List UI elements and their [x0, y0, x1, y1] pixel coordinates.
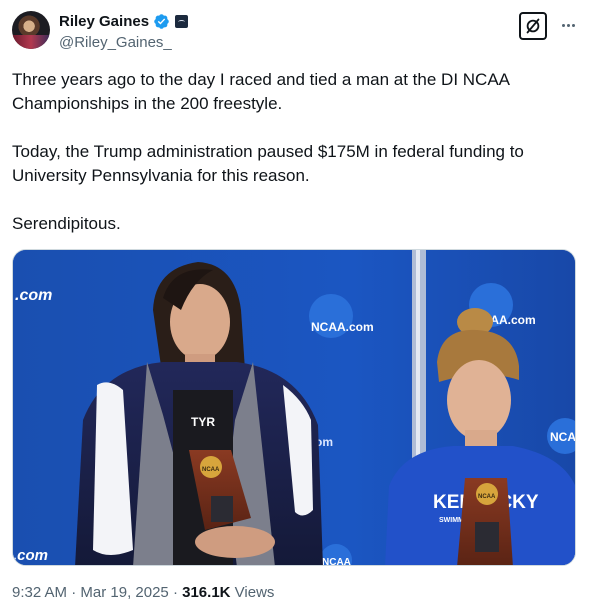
tweet-paragraph-1: Three years ago to the day I raced and t…	[12, 70, 510, 113]
grok-icon	[526, 18, 540, 34]
tweet-meta: 9:32 AM · Mar 19, 2025 · 316.1K Views	[12, 584, 274, 601]
grok-button[interactable]	[519, 12, 547, 40]
more-dots-icon	[561, 23, 565, 27]
author-display-name[interactable]: Riley Gaines	[59, 13, 149, 30]
ncaa-logo-center-text: NCAA.com	[311, 320, 374, 334]
tweet-paragraph-2: Today, the Trump administration paused $…	[12, 142, 524, 185]
left-trophy-badge-text: NCAA	[202, 467, 220, 473]
views-label: Views	[230, 584, 275, 601]
tweet-date[interactable]: Mar 19, 2025	[80, 584, 168, 601]
views-count[interactable]: 316.1K	[182, 584, 230, 601]
ncaa-edge-text: NCA	[550, 430, 576, 444]
author-name-row: Riley Gaines	[59, 13, 189, 30]
right-trophy-badge-text: NCAA	[478, 494, 496, 500]
tweet-card: Riley Gaines @Riley_Gaines_ Three years …	[0, 0, 589, 609]
meta-separator: ·	[67, 584, 81, 601]
verified-badge-icon	[154, 14, 169, 29]
more-button[interactable]	[557, 14, 579, 36]
avatar[interactable]	[12, 11, 50, 49]
author-handle[interactable]: @Riley_Gaines_	[59, 34, 172, 51]
banner-text-bottom-left: .com	[13, 547, 48, 564]
banner-text-left: .com	[15, 287, 52, 304]
more-dot	[571, 23, 575, 27]
meta-separator: ·	[168, 584, 183, 601]
tweet-photo[interactable]: .com NCAA.com NCAA.com NCA .com .com NCA…	[12, 249, 576, 566]
ncaa-bottom-text: NCAA	[322, 557, 351, 566]
tweet-text: Three years ago to the day I raced and t…	[12, 68, 572, 260]
more-dot	[566, 23, 570, 27]
tyr-logo-text: TYR	[191, 415, 215, 429]
podium-photo: .com NCAA.com NCAA.com NCA .com .com NCA…	[13, 250, 576, 566]
affiliate-badge-icon[interactable]	[175, 15, 189, 28]
tweet-time[interactable]: 9:32 AM	[12, 584, 67, 601]
tweet-paragraph-3: Serendipitous.	[12, 214, 121, 233]
